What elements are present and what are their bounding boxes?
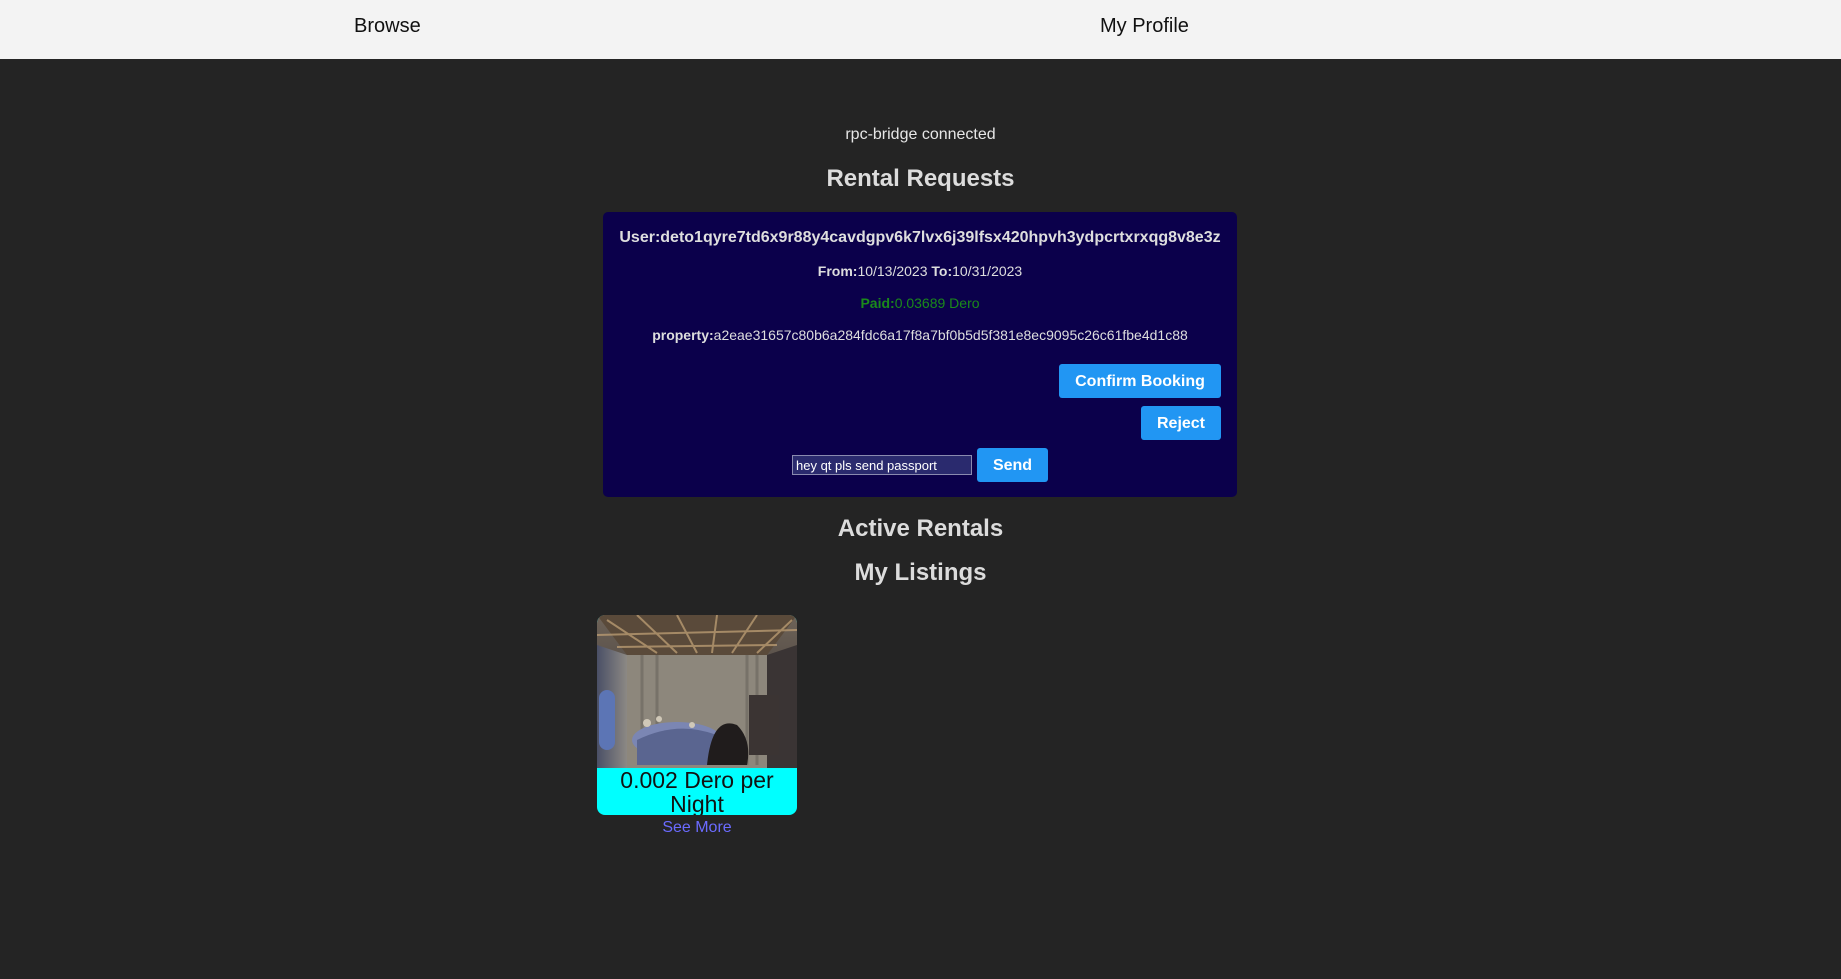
- request-property-label: property:: [652, 327, 714, 343]
- confirm-booking-button[interactable]: Confirm Booking: [1059, 364, 1221, 398]
- request-paid-label: Paid:: [860, 295, 895, 311]
- request-user-label: User:: [619, 229, 661, 246]
- request-dates: From:10/13/2023 To:10/31/2023: [603, 263, 1237, 279]
- top-nav: Browse My Profile: [0, 0, 1841, 59]
- see-more-link[interactable]: See More: [597, 819, 797, 837]
- request-paid: Paid:0.03689 Dero: [603, 295, 1237, 311]
- rental-requests-heading: Rental Requests: [826, 165, 1015, 192]
- nav-browse-link[interactable]: Browse: [354, 15, 421, 38]
- request-from-label: From:: [817, 263, 858, 279]
- active-rentals-heading: Active Rentals: [837, 515, 1004, 542]
- listing-photo: [597, 615, 797, 768]
- listing-card[interactable]: 0.002 Dero per Night: [597, 615, 797, 815]
- request-user-address: deto1qyre7td6x9r88y4cavdgpv6k7lvx6j39lfs…: [660, 229, 1221, 246]
- request-to-date: 10/31/2023: [952, 263, 1023, 279]
- request-property-id: a2eae31657c80b6a284fdc6a17f8a7bf0b5d5f38…: [713, 327, 1188, 343]
- request-property: property:a2eae31657c80b6a284fdc6a17f8a7b…: [603, 327, 1237, 343]
- message-input[interactable]: [792, 455, 972, 475]
- listing-price: 0.002 Dero per Night: [620, 767, 774, 815]
- request-to-label: To:: [931, 263, 953, 279]
- request-paid-amount: 0.03689 Dero: [894, 295, 980, 311]
- my-listings-heading: My Listings: [854, 559, 987, 586]
- send-button[interactable]: Send: [977, 448, 1048, 482]
- nav-profile-link[interactable]: My Profile: [1100, 15, 1189, 38]
- request-from-date: 10/13/2023: [857, 263, 928, 279]
- connection-status: rpc-bridge connected: [845, 126, 996, 143]
- reject-button[interactable]: Reject: [1141, 406, 1221, 440]
- request-user: User:deto1qyre7td6x9r88y4cavdgpv6k7lvx6j…: [603, 229, 1237, 247]
- rental-request-card: User:deto1qyre7td6x9r88y4cavdgpv6k7lvx6j…: [603, 212, 1237, 497]
